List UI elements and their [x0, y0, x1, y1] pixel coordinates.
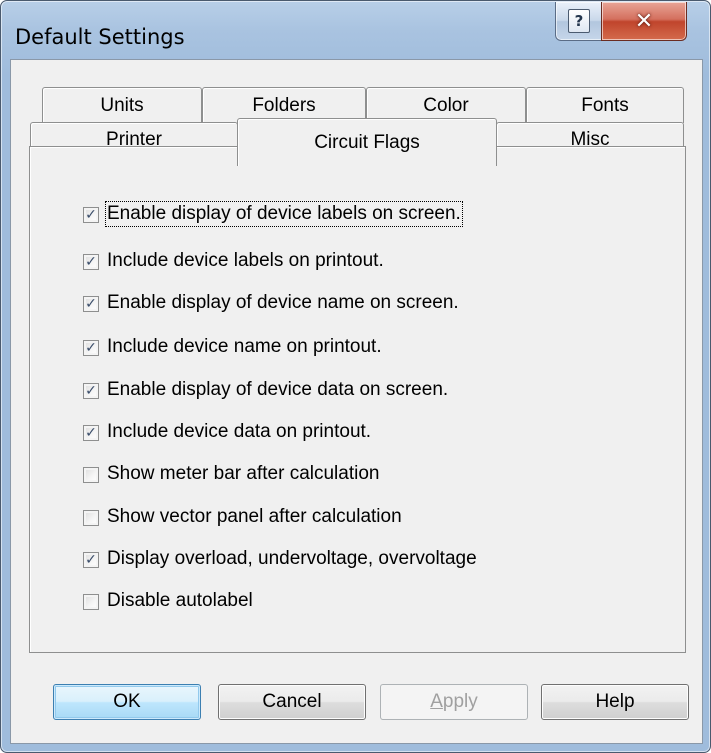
option-include-device-name-printout[interactable]: ✓ Include device name on printout. — [83, 334, 382, 360]
tab-circuit-flags[interactable]: Circuit Flags — [237, 118, 497, 166]
option-enable-device-data-screen[interactable]: ✓ Enable display of device data on scree… — [83, 377, 448, 403]
cancel-button[interactable]: Cancel — [218, 684, 366, 720]
option-label: Disable autolabel — [107, 590, 253, 611]
checkbox[interactable] — [83, 510, 99, 526]
tab-fonts[interactable]: Fonts — [526, 87, 684, 123]
apply-mnemonic: A — [430, 691, 443, 712]
option-include-device-data-printout[interactable]: ✓ Include device data on printout. — [83, 419, 371, 445]
help-caption-button[interactable]: ? — [555, 2, 603, 41]
option-label: Include device labels on printout. — [107, 250, 384, 271]
option-enable-device-labels-screen[interactable]: ✓ Enable display of device labels on scr… — [83, 201, 463, 227]
option-show-meter-bar[interactable]: Show meter bar after calculation — [83, 461, 379, 487]
ok-button[interactable]: OK — [53, 684, 201, 720]
checkbox[interactable]: ✓ — [83, 383, 99, 399]
option-label: Enable display of device labels on scree… — [105, 201, 463, 227]
option-label: Display overload, undervoltage, overvolt… — [107, 548, 477, 569]
help-button[interactable]: Help — [541, 684, 689, 720]
option-enable-device-name-screen[interactable]: ✓ Enable display of device name on scree… — [83, 290, 459, 316]
window-title: Default Settings — [15, 25, 185, 49]
option-label: Enable display of device name on screen. — [107, 292, 459, 313]
checkbox[interactable]: ✓ — [83, 552, 99, 568]
checkbox[interactable]: ✓ — [83, 425, 99, 441]
checkbox[interactable] — [83, 594, 99, 610]
checkbox[interactable]: ✓ — [83, 340, 99, 356]
option-label: Include device data on printout. — [107, 421, 372, 442]
option-label: Show vector panel after calculation — [107, 506, 402, 527]
apply-button[interactable]: Apply — [380, 684, 528, 720]
option-label: Show meter bar after calculation — [107, 463, 380, 484]
close-icon: ✕ — [634, 8, 654, 34]
checkbox[interactable]: ✓ — [83, 254, 99, 270]
option-label: Enable display of device data on screen. — [107, 379, 449, 400]
option-include-device-labels-printout[interactable]: ✓ Include device labels on printout. — [83, 248, 384, 274]
option-disable-autolabel[interactable]: Disable autolabel — [83, 588, 253, 614]
checkbox[interactable]: ✓ — [83, 207, 99, 223]
checkbox[interactable] — [83, 467, 99, 483]
checkbox[interactable]: ✓ — [83, 296, 99, 312]
option-display-overload[interactable]: ✓ Display overload, undervoltage, overvo… — [83, 546, 477, 572]
option-show-vector-panel[interactable]: Show vector panel after calculation — [83, 504, 402, 530]
apply-label: pply — [442, 691, 478, 712]
tab-units[interactable]: Units — [42, 87, 202, 123]
help-icon: ? — [568, 9, 590, 33]
close-button[interactable]: ✕ — [601, 2, 687, 41]
option-label: Include device name on printout. — [107, 336, 382, 357]
